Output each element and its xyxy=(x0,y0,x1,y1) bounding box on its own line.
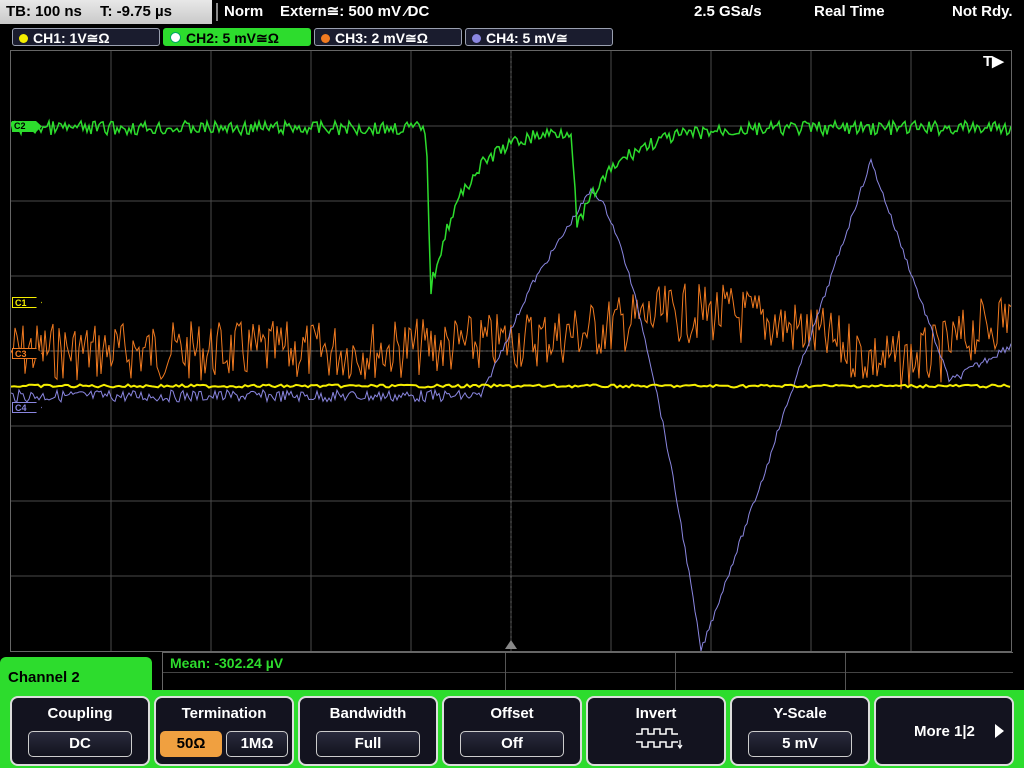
coupling-value[interactable]: DC xyxy=(28,731,132,757)
status-divider xyxy=(216,3,218,21)
invert-softkey[interactable]: Invert xyxy=(586,696,726,766)
offset-title: Offset xyxy=(490,705,534,722)
bandwidth-title: Bandwidth xyxy=(329,705,407,722)
ch1-dot-icon xyxy=(19,34,28,43)
measurement-divider xyxy=(163,672,1013,673)
status-bar: TB: 100 ns T: -9.75 µs Norm Extern≅: 500… xyxy=(0,0,1024,24)
invert-waveform-icon xyxy=(636,728,683,750)
measurement-mean[interactable]: Mean: -302.24 µV xyxy=(170,655,283,671)
tab-ch1-label: CH1: 1V≅Ω xyxy=(33,30,110,46)
ch4-dot-icon xyxy=(472,34,481,43)
trigger-position-flag[interactable]: T▶ xyxy=(983,52,1004,70)
termination-softkey[interactable]: Termination 50Ω 1MΩ xyxy=(154,696,294,766)
timebase-readout: TB: 100 ns xyxy=(6,3,82,20)
termination-50-option[interactable]: 50Ω xyxy=(160,731,222,757)
ch3-dot-icon xyxy=(321,34,330,43)
trigger-time-readout: T: -9.75 µs xyxy=(100,3,173,20)
termination-1m-option[interactable]: 1MΩ xyxy=(226,731,288,757)
sample-rate: 2.5 GSa/s xyxy=(694,3,762,20)
measurement-divider xyxy=(675,653,676,693)
next-page-icon xyxy=(995,724,1004,738)
tab-ch2[interactable]: CH2: 5 mV≅Ω xyxy=(163,28,311,46)
measurement-divider xyxy=(845,653,846,693)
timebase-box[interactable]: TB: 100 ns T: -9.75 µs xyxy=(0,0,212,24)
ch2-ground-marker[interactable]: C2 xyxy=(12,121,42,132)
offset-softkey[interactable]: Offset Off xyxy=(442,696,582,766)
tab-ch4[interactable]: CH4: 5 mV≅ xyxy=(465,28,613,46)
coupling-title: Coupling xyxy=(47,705,113,722)
waveform-display[interactable] xyxy=(10,50,1012,652)
ch2-dot-icon xyxy=(170,32,181,43)
tab-ch3[interactable]: CH3: 2 mV≅Ω xyxy=(314,28,462,46)
more-softkey[interactable]: More 1|2 xyxy=(874,696,1014,766)
ch1-ground-marker[interactable]: C1 xyxy=(12,297,42,308)
tab-ch4-label: CH4: 5 mV≅ xyxy=(486,30,568,46)
invert-title: Invert xyxy=(635,705,677,722)
ch3-ground-marker[interactable]: C3 xyxy=(12,348,42,359)
measurement-bar: Mean: -302.24 µV xyxy=(162,652,1013,693)
ch4-ground-marker[interactable]: C4 xyxy=(12,402,42,413)
tab-ch2-label: CH2: 5 mV≅Ω xyxy=(186,30,279,46)
waveform-canvas xyxy=(11,51,1011,651)
yscale-title: Y-Scale xyxy=(773,705,827,722)
trigger-source[interactable]: Extern≅: 500 mV ⁄DC xyxy=(280,0,429,24)
bandwidth-value[interactable]: Full xyxy=(316,731,420,757)
tab-ch1[interactable]: CH1: 1V≅Ω xyxy=(12,28,160,46)
yscale-value[interactable]: 5 mV xyxy=(748,731,852,757)
termination-title: Termination xyxy=(181,705,267,722)
offset-value[interactable]: Off xyxy=(460,731,564,757)
bandwidth-softkey[interactable]: Bandwidth Full xyxy=(298,696,438,766)
trigger-position-icon xyxy=(505,640,517,649)
measurement-divider xyxy=(505,653,506,693)
acquisition-mode: Real Time xyxy=(814,3,885,20)
panel-title: Channel 2 xyxy=(0,657,152,699)
tab-ch3-label: CH3: 2 mV≅Ω xyxy=(335,30,428,46)
trigger-mode[interactable]: Norm xyxy=(224,0,263,24)
yscale-softkey[interactable]: Y-Scale 5 mV xyxy=(730,696,870,766)
coupling-softkey[interactable]: Coupling DC xyxy=(10,696,150,766)
more-label: More 1|2 xyxy=(914,723,975,740)
run-state: Not Rdy. xyxy=(952,3,1013,20)
